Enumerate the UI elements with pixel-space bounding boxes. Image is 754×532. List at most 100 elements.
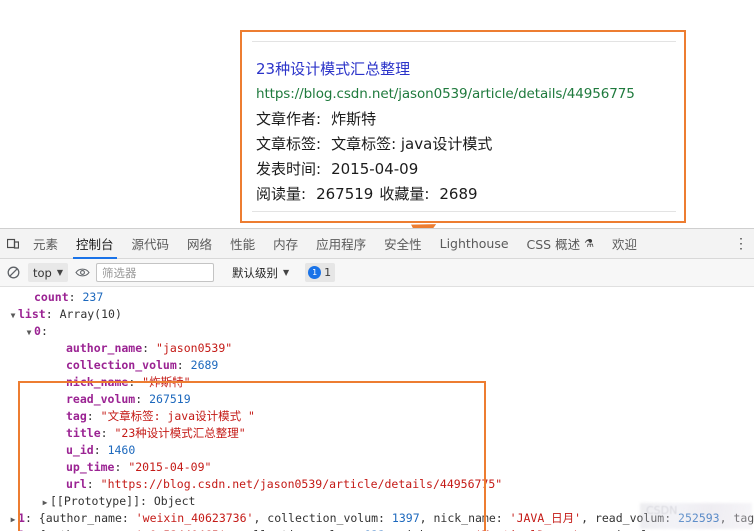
console-token: , collection_volum: <box>226 528 364 531</box>
console-token: , read_volum: <box>581 511 679 525</box>
live-expression-icon[interactable] <box>72 263 92 283</box>
console-token: author_name <box>66 341 143 355</box>
author-value: 炸斯特 <box>331 110 377 128</box>
clear-console-icon[interactable] <box>2 262 24 284</box>
devtools-tab-6[interactable]: 应用程序 <box>307 229 375 259</box>
article-url[interactable]: https://blog.csdn.net/jason0539/article/… <box>256 82 678 107</box>
console-filter-input[interactable] <box>96 263 215 282</box>
devtools-tab-5[interactable]: 内存 <box>264 229 307 259</box>
console-token: u_id <box>66 443 94 457</box>
device-toolbar-icon[interactable] <box>2 232 24 256</box>
devtools-tab-1[interactable]: 控制台 <box>67 229 123 259</box>
devtools-tab-9[interactable]: CSS 概述 ⚗ <box>518 229 603 259</box>
console-row[interactable]: tag: "文章标签: java设计模式 " <box>0 408 754 425</box>
console-token: : <box>24 511 39 525</box>
devtools-tab-label: 应用程序 <box>316 237 367 252</box>
devtools-more-button[interactable]: ⋮ <box>728 231 754 257</box>
screenshot-root: 23种设计模式汇总整理 https://blog.csdn.net/jason0… <box>0 0 754 532</box>
console-row[interactable]: collection_volum: 2689 <box>0 357 754 374</box>
console-row[interactable]: up_time: "2015-04-09" <box>0 459 754 476</box>
console-token: : <box>25 528 39 531</box>
collapsed-triangle-icon[interactable]: ▶ <box>8 511 18 528</box>
console-token: {author_name: <box>38 511 136 525</box>
devtools-tab-label: 性能 <box>230 237 256 252</box>
article-title[interactable]: 23种设计模式汇总整理 <box>256 57 678 82</box>
devtools-tab-10[interactable]: 欢迎 <box>603 229 646 259</box>
devtools-tab-4[interactable]: 性能 <box>221 229 264 259</box>
message-count-label: 1 <box>324 266 332 279</box>
console-row[interactable]: url: "https://blog.csdn.net/jason0539/ar… <box>0 476 754 493</box>
devtools-tab-8[interactable]: Lighthouse <box>431 229 518 259</box>
card-top-divider <box>252 41 676 42</box>
devtools-tab-7[interactable]: 安全性 <box>375 229 431 259</box>
devtools-tab-2[interactable]: 源代码 <box>123 229 179 259</box>
console-token: "炸斯特" <box>142 375 191 389</box>
console-token: up_time <box>66 460 115 474</box>
expanded-triangle-icon[interactable]: ▼ <box>24 324 34 341</box>
message-count-dot: 1 <box>308 266 322 279</box>
console-token: tag <box>66 409 87 423</box>
console-token: "https://blog.csdn.net/jason0539/article… <box>100 477 503 491</box>
console-message-badge[interactable]: 1 1 <box>305 263 336 282</box>
console-row[interactable]: ▼ list: Array(10) <box>0 306 754 323</box>
console-token: : <box>140 494 154 508</box>
console-token: , nick_name: <box>385 528 475 531</box>
collect-label: 收藏量: <box>379 185 430 203</box>
collect-value: 2689 <box>439 185 478 203</box>
time-value: 2015-04-09 <box>331 160 419 178</box>
devtools-tab-label: Lighthouse <box>439 236 509 251</box>
beaker-icon: ⚗ <box>584 237 594 250</box>
console-token: 'm0_52440465' <box>136 528 226 531</box>
console-token: {author_name: <box>39 528 136 531</box>
console-row[interactable]: title: "23种设计模式汇总整理" <box>0 425 754 442</box>
article-card-body: 23种设计模式汇总整理 https://blog.csdn.net/jason0… <box>256 57 678 207</box>
console-row[interactable]: author_name: "jason0539" <box>0 340 754 357</box>
console-token: title <box>66 426 101 440</box>
console-row[interactable]: read_volum: 267519 <box>0 391 754 408</box>
console-token: : <box>86 409 101 423</box>
console-token: collection_volum <box>66 358 177 372</box>
devtools-tab-label: 安全性 <box>384 237 422 252</box>
console-token: : <box>128 375 143 389</box>
console-token: "23种设计模式汇总整理" <box>114 426 246 440</box>
console-output[interactable]: count: 237 ▼ list: Array(10) ▼ 0: author_name… <box>0 287 754 531</box>
console-token: "jason0539" <box>156 341 233 355</box>
devtools-tab-0[interactable]: 元素 <box>24 229 67 259</box>
tag-value: 文章标签: java设计模式 <box>331 135 493 153</box>
collapsed-triangle-icon[interactable]: ▶ <box>8 528 18 531</box>
time-label: 发表时间: <box>256 160 322 178</box>
web-page-area: 23种设计模式汇总整理 https://blog.csdn.net/jason0… <box>0 0 754 228</box>
console-token: Array(10) <box>59 307 122 321</box>
console-level-selector[interactable]: 默认级别 ▼ <box>228 263 293 282</box>
console-token: 1397 <box>391 511 420 525</box>
devtools-tab-label: CSS 概述 <box>526 237 581 252</box>
console-token: : <box>100 426 115 440</box>
devtools-panel: 元素 控制台 源代码 网络 性能 内存 应用程序 安全性 Lighthouse CSS 概述 ⚗ 欢迎… <box>0 228 754 532</box>
console-row[interactable]: u_id: 1460 <box>0 442 754 459</box>
console-token: : <box>93 443 108 457</box>
console-context-value: top <box>33 265 52 280</box>
read-label: 阅读量: <box>256 185 307 203</box>
article-time-row: 发表时间: 2015-04-09 <box>256 157 678 182</box>
console-row[interactable]: ▶2: {author_name: 'm0_52440465', collect… <box>0 527 754 531</box>
article-tag-row: 文章标签: 文章标签: java设计模式 <box>256 132 678 157</box>
collapsed-triangle-icon[interactable]: ▶ <box>40 494 50 511</box>
tag-label: 文章标签: <box>256 135 322 153</box>
console-token: 1 <box>18 511 25 525</box>
console-row[interactable]: ▼ 0: <box>0 323 754 340</box>
devtools-tab-3[interactable]: 网络 <box>178 229 221 259</box>
console-token: "2015-04-09" <box>128 460 212 474</box>
console-context-selector[interactable]: top ▼ <box>28 263 69 282</box>
console-row[interactable]: ▶ 1: {author_name: 'weixin_40623736', col… <box>0 510 754 527</box>
console-row[interactable]: nick_name: "炸斯特" <box>0 374 754 391</box>
expanded-triangle-icon[interactable]: ▼ <box>8 307 18 324</box>
console-token: 2 <box>18 528 25 531</box>
console-row[interactable]: count: 237 <box>0 289 754 306</box>
article-author-row: 文章作者: 炸斯特 <box>256 107 678 132</box>
console-token: nick_name <box>66 375 129 389</box>
article-stats-row: 阅读量: 267519 收藏量: 2689 <box>256 182 678 207</box>
article-result-card: 23种设计模式汇总整理 https://blog.csdn.net/jason0… <box>240 30 686 223</box>
console-token: list <box>18 307 46 321</box>
console-token: 823 <box>364 528 385 531</box>
console-row[interactable]: ▶ [[Prototype]]: Object <box>0 493 754 510</box>
